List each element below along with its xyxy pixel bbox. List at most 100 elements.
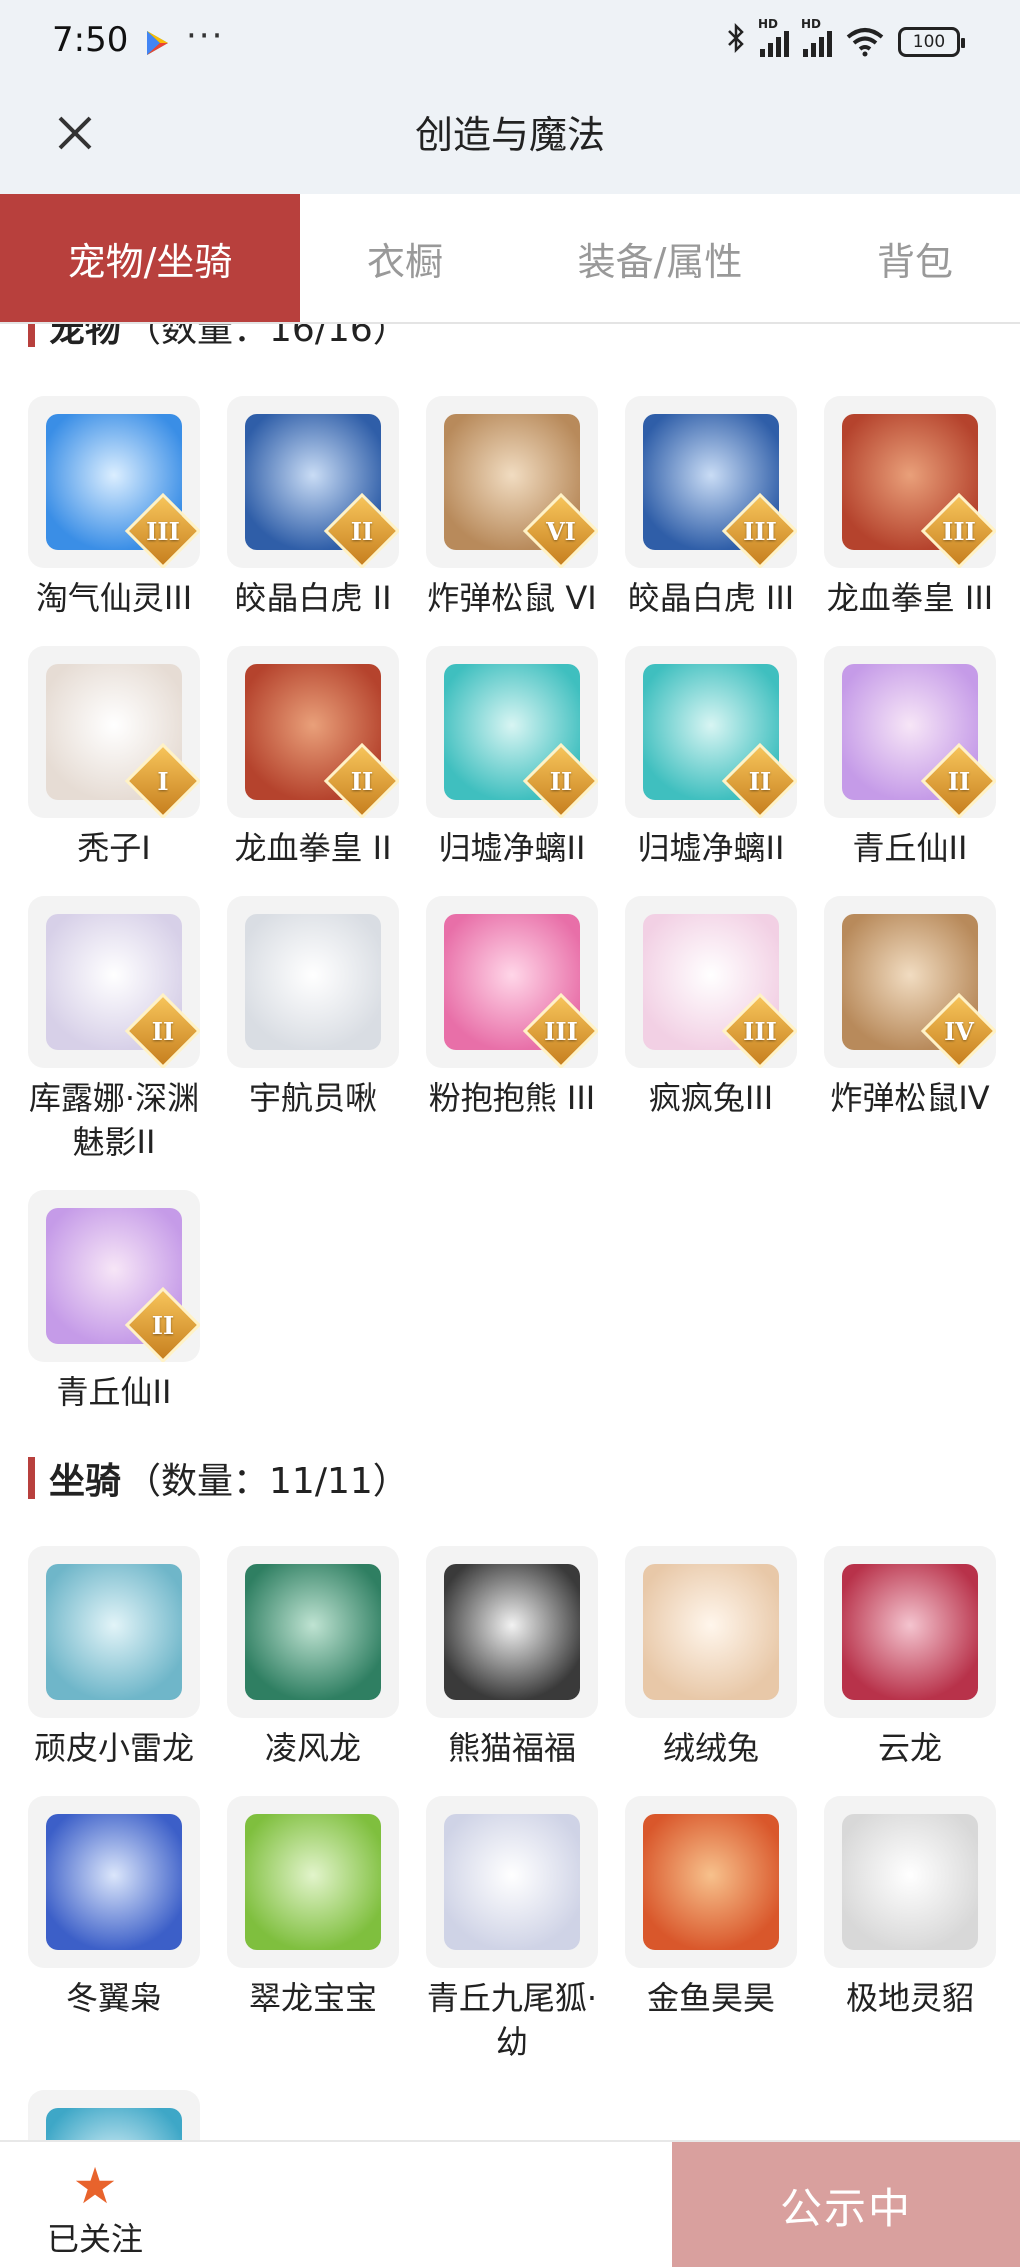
item-label: 粉抱抱熊 III: [428, 1079, 596, 1117]
item-label: 云龙: [877, 1729, 942, 1767]
item-image: [643, 1814, 779, 1950]
item-thumbnail: II: [625, 646, 797, 818]
status-right: HD HD 100: [726, 17, 965, 62]
grid-item[interactable]: III 粉抱抱熊 III: [426, 896, 598, 1164]
item-thumbnail: [625, 1796, 797, 1968]
grid-item[interactable]: IV 炸弹松鼠IV: [824, 896, 996, 1164]
tab-wardrobe[interactable]: 衣橱: [300, 194, 510, 322]
grid-item[interactable]: II 归墟净螭II: [625, 646, 797, 870]
status-time: 7:50: [52, 20, 129, 60]
grid-item[interactable]: 翠龙宝宝: [227, 1796, 399, 2064]
grid-item[interactable]: 青丘九尾狐·幼: [426, 1796, 598, 2064]
item-label: 极地灵貂: [845, 1979, 974, 2017]
item-label: 熊猫福福: [447, 1729, 576, 1767]
item-label: 皎晶白虎 II: [234, 579, 392, 617]
status-bar: 7:50 ··· HD HD 100: [0, 0, 1020, 84]
item-thumbnail: II: [227, 396, 399, 568]
item-image: [643, 1564, 779, 1700]
mounts-grid: 顽皮小雷龙 凌风龙 熊猫福福 绒绒兔 云龙冬翼枭 翠龙宝宝 青丘九尾狐·幼 金鱼昊昊 极地灵貂: [28, 1546, 998, 2140]
page-header: 创造与魔法: [0, 84, 1020, 194]
item-thumbnail: [824, 1796, 996, 1968]
item-thumbnail: [625, 1546, 797, 1718]
item-label: 归墟净螭II: [637, 829, 785, 867]
content-scroll-area[interactable]: 宠物 （数量：16/16） III 淘气仙灵III II 皎晶白虎 II VI 炸弹松鼠 …: [0, 322, 1020, 2140]
grid-item[interactable]: III 龙血拳皇 III: [824, 396, 996, 620]
item-thumbnail: II: [28, 896, 200, 1068]
signal-icon-2: HD: [801, 17, 832, 57]
tab-equipment[interactable]: 装备/属性: [510, 194, 810, 322]
grid-item[interactable]: III 疯疯兔III: [625, 896, 797, 1164]
item-label: 龙血拳皇 III: [826, 579, 994, 617]
item-image: [444, 1814, 580, 1950]
item-thumbnail: [28, 1546, 200, 1718]
tab-backpack[interactable]: 背包: [810, 194, 1020, 322]
grid-item[interactable]: 极地灵貂: [824, 1796, 996, 2064]
grid-item[interactable]: 顽皮小雷龙: [28, 1546, 200, 1770]
item-thumbnail: III: [28, 396, 200, 568]
item-label: 冬翼枭: [65, 1979, 162, 2017]
item-image: [46, 2108, 182, 2140]
grid-item[interactable]: I 秃子I: [28, 646, 200, 870]
item-image: [46, 1814, 182, 1950]
grid-item[interactable]: III 皎晶白虎 III: [625, 396, 797, 620]
grid-item[interactable]: III 淘气仙灵III: [28, 396, 200, 620]
item-image: [842, 1814, 978, 1950]
grid-item[interactable]: 宇航员啾: [227, 896, 399, 1164]
item-thumbnail: I: [28, 646, 200, 818]
pets-grid: III 淘气仙灵III II 皎晶白虎 II VI 炸弹松鼠 VI III 皎晶白虎 III I…: [28, 396, 998, 1414]
item-label: 翠龙宝宝: [248, 1979, 377, 2017]
item-thumbnail: II: [426, 646, 598, 818]
grid-item[interactable]: II 归墟净螭II: [426, 646, 598, 870]
item-image: [245, 1814, 381, 1950]
item-image: [842, 1564, 978, 1700]
grid-item[interactable]: II 库露娜·深渊魅影II: [28, 896, 200, 1164]
grid-item[interactable]: 熊猫福福: [426, 1546, 598, 1770]
item-label: 青丘九尾狐·幼: [426, 1979, 598, 2061]
wifi-icon: [846, 28, 884, 57]
grid-item[interactable]: II 皎晶白虎 II: [227, 396, 399, 620]
item-label: 归墟净螭II: [438, 829, 586, 867]
grid-item[interactable]: [28, 2090, 200, 2140]
grid-item[interactable]: VI 炸弹松鼠 VI: [426, 396, 598, 620]
follow-button[interactable]: ★ 已关注: [40, 2158, 150, 2260]
tab-pets-mounts[interactable]: 宠物/坐骑: [0, 194, 300, 322]
item-image: [245, 914, 381, 1050]
grid-item[interactable]: II 龙血拳皇 II: [227, 646, 399, 870]
top-area: 7:50 ··· HD HD 100 创造与魔法: [0, 0, 1020, 194]
item-image: [245, 1564, 381, 1700]
item-thumbnail: II: [28, 1190, 200, 1362]
item-thumbnail: II: [227, 646, 399, 818]
item-label: 金鱼昊昊: [646, 1979, 775, 2017]
item-label: 秃子I: [77, 829, 151, 867]
grid-item[interactable]: 云龙: [824, 1546, 996, 1770]
grid-item[interactable]: 凌风龙: [227, 1546, 399, 1770]
item-label: 炸弹松鼠IV: [830, 1079, 990, 1117]
item-thumbnail: IV: [824, 896, 996, 1068]
grid-item[interactable]: 绒绒兔: [625, 1546, 797, 1770]
item-thumbnail: [28, 1796, 200, 1968]
follow-label: 已关注: [46, 2220, 143, 2258]
item-thumbnail: III: [625, 396, 797, 568]
battery-icon: 100: [898, 27, 965, 57]
item-label: 皎晶白虎 III: [627, 579, 795, 617]
grid-item[interactable]: II 青丘仙II: [824, 646, 996, 870]
item-label: 青丘仙II: [852, 829, 968, 867]
item-thumbnail: III: [824, 396, 996, 568]
play-store-icon: [147, 31, 168, 55]
grid-item[interactable]: 冬翼枭: [28, 1796, 200, 2064]
grid-item[interactable]: II 青丘仙II: [28, 1190, 200, 1414]
item-label: 疯疯兔III: [648, 1079, 774, 1117]
publish-button[interactable]: 公示中: [672, 2142, 1020, 2267]
item-thumbnail: VI: [426, 396, 598, 568]
item-image: [46, 1564, 182, 1700]
grid-item[interactable]: 金鱼昊昊: [625, 1796, 797, 2064]
bottom-bar: ★ 已关注 公示中: [0, 2140, 1020, 2267]
item-thumbnail: III: [625, 896, 797, 1068]
tab-bar: 宠物/坐骑 衣橱 装备/属性 背包: [0, 194, 1020, 324]
item-label: 绒绒兔: [662, 1729, 759, 1767]
more-notifications-icon: ···: [186, 16, 225, 56]
page-title: 创造与魔法: [414, 113, 605, 157]
item-thumbnail: [227, 896, 399, 1068]
item-thumbnail: [824, 1546, 996, 1718]
item-label: 青丘仙II: [56, 1373, 172, 1411]
